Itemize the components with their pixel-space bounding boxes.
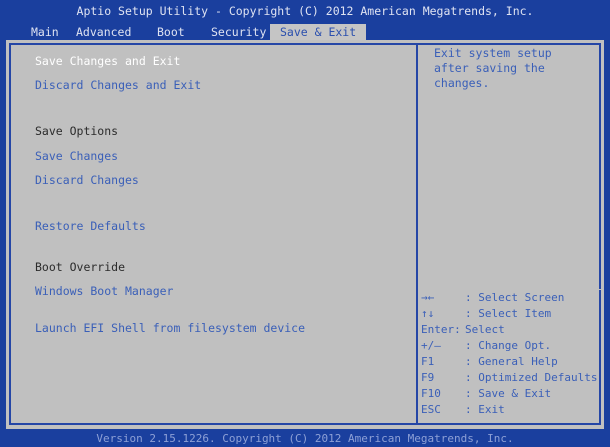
key-label: F10 xyxy=(421,387,441,400)
tab-save-exit[interactable]: Save & Exit xyxy=(270,24,367,40)
key-row-enter: Enter: Select xyxy=(421,322,601,338)
key-desc: : General Help xyxy=(465,355,558,368)
key-desc: Select xyxy=(465,323,505,336)
arrows-left-right-icon: →← xyxy=(421,291,435,304)
key-desc: : Select Item xyxy=(465,307,552,320)
key-label: Enter: xyxy=(421,323,461,336)
key-label: F9 xyxy=(421,371,435,384)
menu-item-windows-boot-manager[interactable]: Windows Boot Manager xyxy=(35,284,173,298)
key-row-exit: ESC : Exit xyxy=(421,402,601,418)
key-desc: : Select Screen xyxy=(465,291,565,304)
menu-item-discard-changes[interactable]: Discard Changes xyxy=(35,173,139,187)
main-frame: Save Changes and Exit Discard Changes an… xyxy=(6,40,604,429)
help-text: Exit system setup after saving the chang… xyxy=(417,46,574,91)
footer-version: Version 2.15.1226. Copyright (C) 2012 Am… xyxy=(96,432,514,445)
menu-item-launch-efi-shell[interactable]: Launch EFI Shell from filesystem device xyxy=(35,321,305,335)
menu-item-save-changes[interactable]: Save Changes xyxy=(35,149,118,163)
tab-main[interactable]: Main xyxy=(31,24,59,40)
key-row-change-opt: +/— : Change Opt. xyxy=(421,338,601,354)
key-desc: : Save & Exit xyxy=(465,387,552,400)
menu-item-restore-defaults[interactable]: Restore Defaults xyxy=(35,219,146,233)
tab-boot[interactable]: Boot xyxy=(157,24,185,40)
key-label: F1 xyxy=(421,355,435,368)
key-desc: : Exit xyxy=(465,403,505,416)
key-desc: : Change Opt. xyxy=(465,339,552,352)
menu-item-discard-changes-and-exit[interactable]: Discard Changes and Exit xyxy=(35,78,201,92)
key-label: +/— xyxy=(421,339,441,352)
key-label: ESC xyxy=(421,403,441,416)
title-bar: Aptio Setup Utility - Copyright (C) 2012… xyxy=(76,4,534,18)
menu-item-save-changes-and-exit[interactable]: Save Changes and Exit xyxy=(35,54,180,68)
section-label-save-options: Save Options xyxy=(35,124,119,138)
key-desc: : Optimized Defaults xyxy=(465,371,598,384)
key-row-select-screen: →← : Select Screen xyxy=(421,290,601,306)
help-line: changes. xyxy=(434,76,490,90)
tab-security[interactable]: Security xyxy=(211,24,266,40)
key-row-optimized-defaults: F9 : Optimized Defaults xyxy=(421,370,601,386)
help-line: Exit system setup xyxy=(434,46,552,60)
tab-advanced[interactable]: Advanced xyxy=(76,24,131,40)
key-row-select-item: ↑↓ : Select Item xyxy=(421,306,601,322)
help-line: after saving the xyxy=(434,61,545,75)
section-label-boot-override: Boot Override xyxy=(35,260,126,274)
options-panel xyxy=(9,43,418,425)
key-legend: →← : Select Screen ↑↓ : Select Item Ente… xyxy=(421,290,601,418)
arrows-up-down-icon: ↑↓ xyxy=(421,307,435,320)
key-row-general-help: F1 : General Help xyxy=(421,354,601,370)
tab-bar: Main Advanced Boot Security Save & Exit xyxy=(0,24,610,40)
key-row-save-exit: F10 : Save & Exit xyxy=(421,386,601,402)
